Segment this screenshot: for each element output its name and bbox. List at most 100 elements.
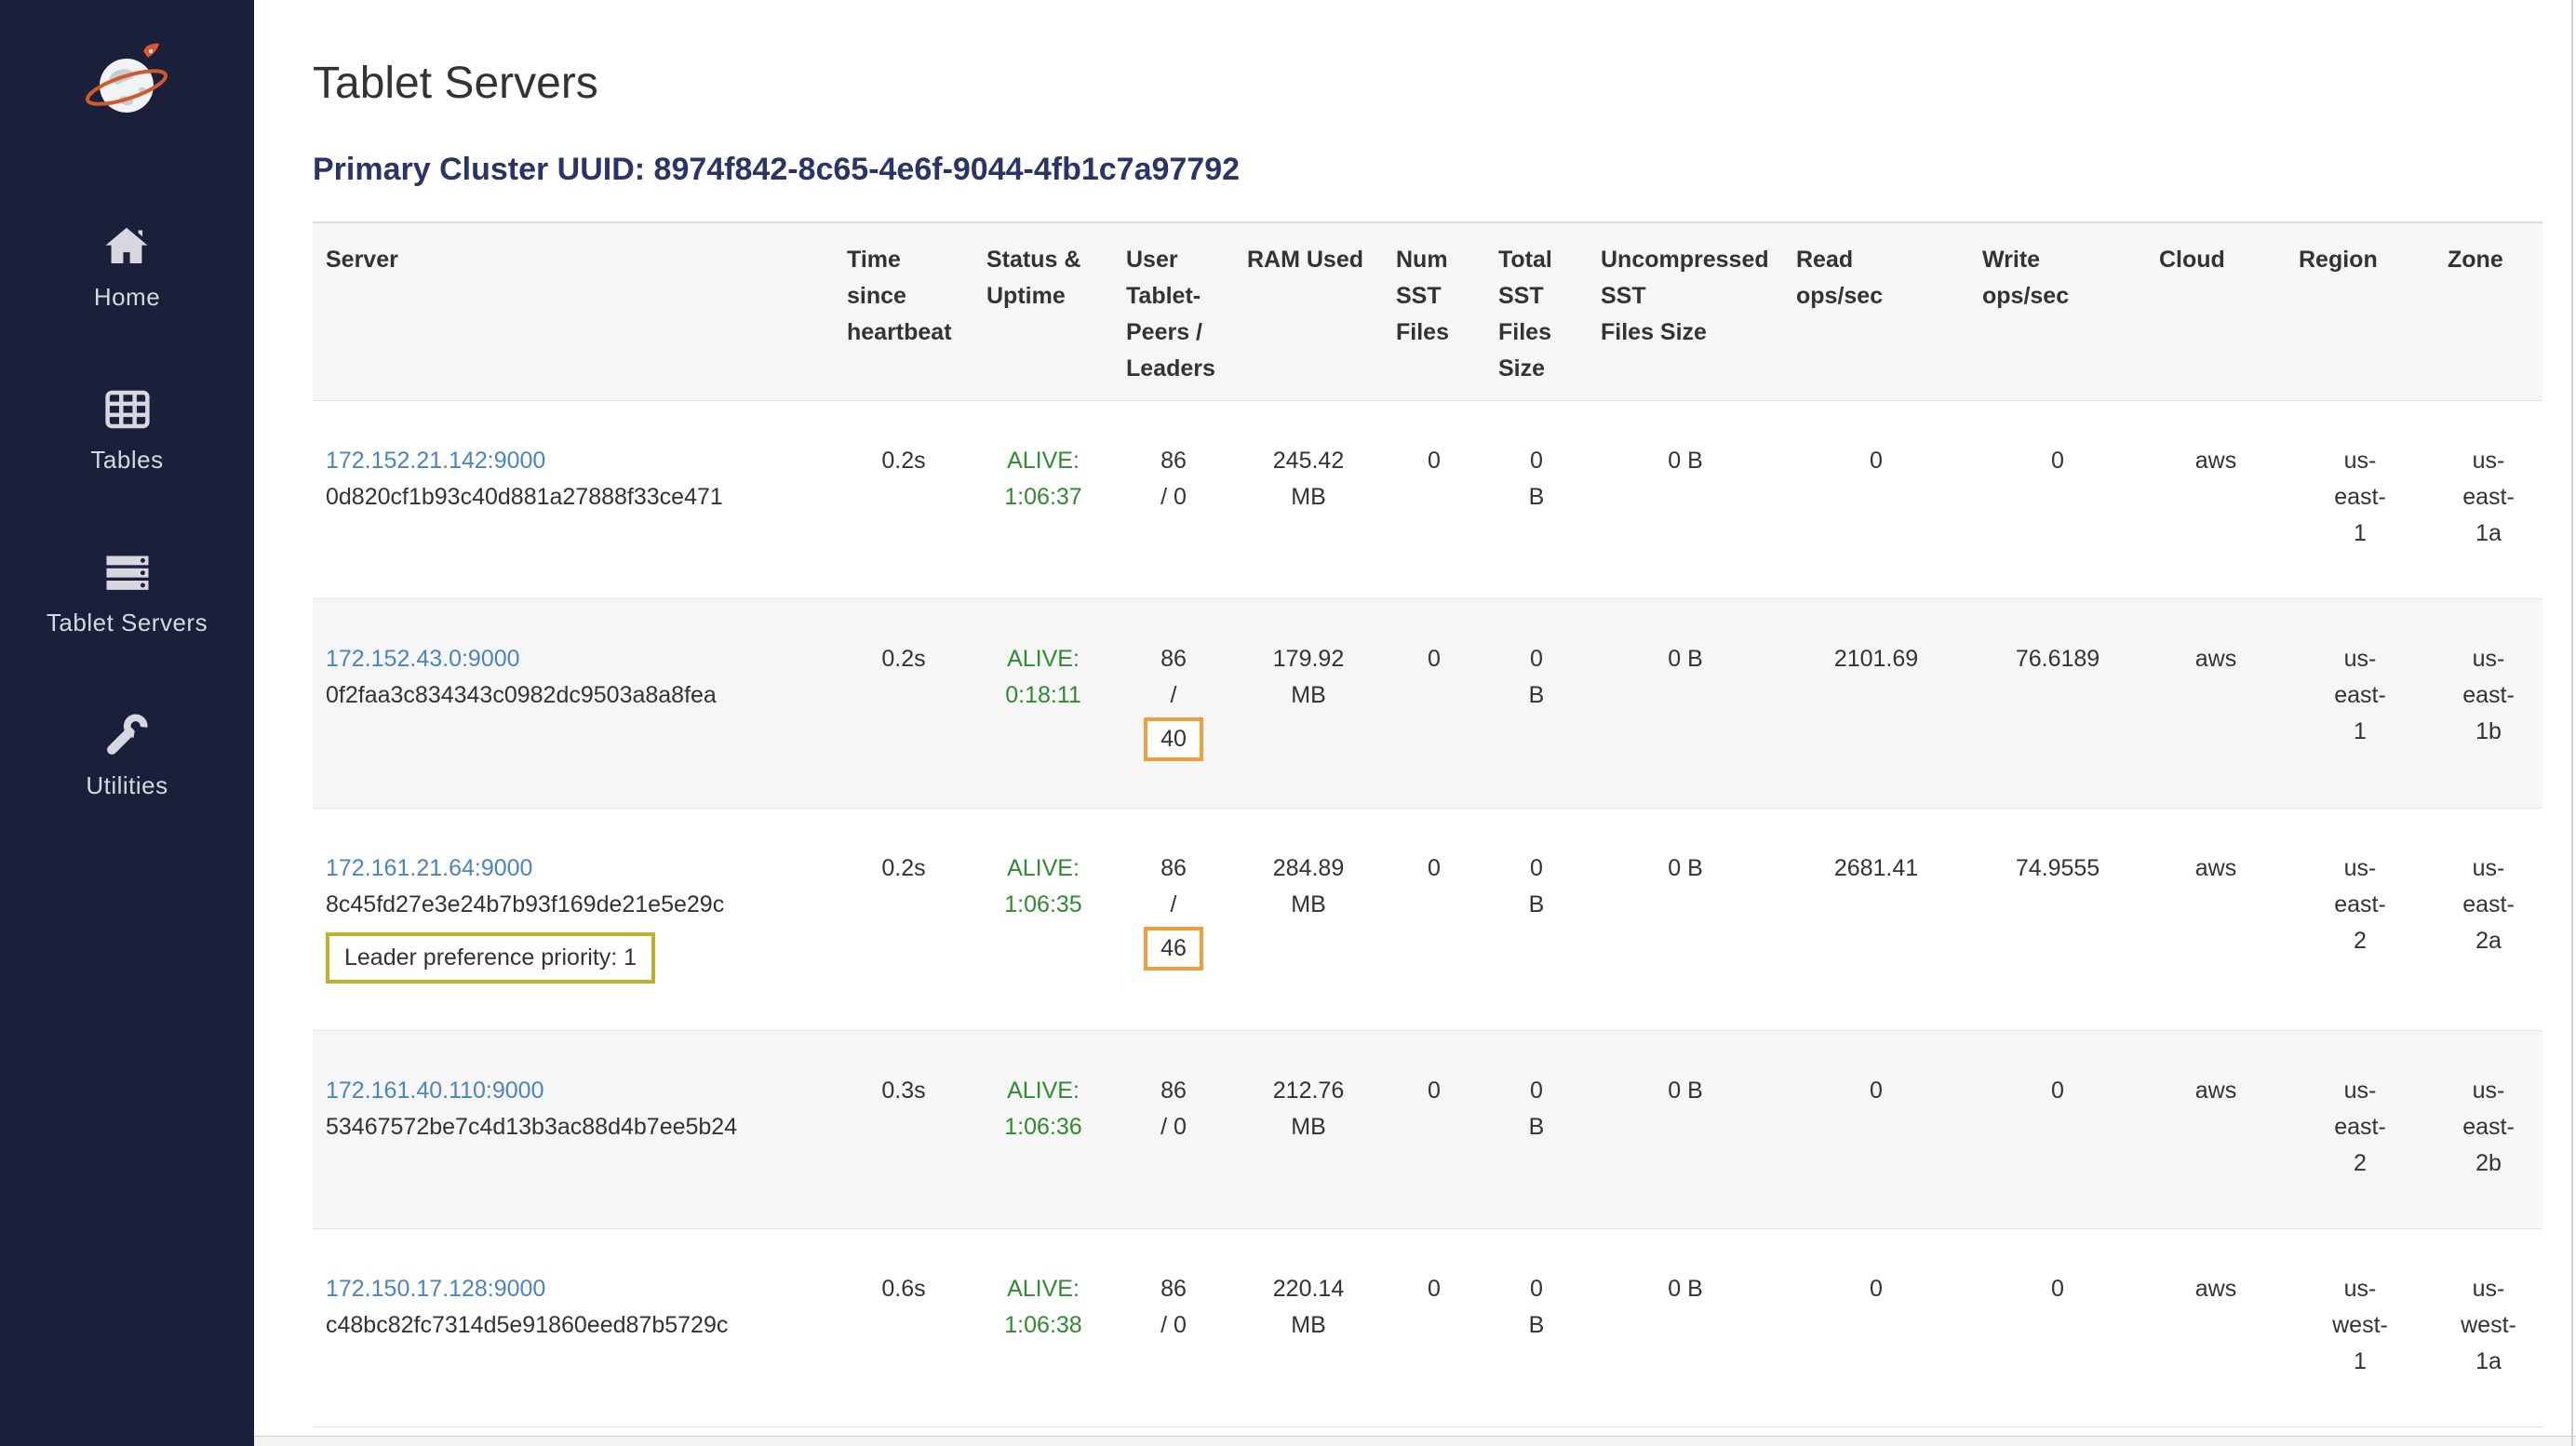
- cell-uncompressed-sst-files-size: 0 B: [1588, 1229, 1783, 1427]
- cell-time-since-heartbeat: 0.2s: [834, 809, 973, 1031]
- cell-zone: us-east-1b: [2435, 599, 2542, 809]
- cell-write-ops: 0: [1969, 1229, 2146, 1427]
- sidebar-item-tablet-servers[interactable]: Tablet Servers: [47, 547, 208, 637]
- cell-num-sst-files: 0: [1383, 401, 1485, 599]
- column-header-total-sst-size: TotalSSTFilesSize: [1485, 222, 1588, 401]
- cell-server: 172.150.17.128:9000 c48bc82fc7314d5e91860…: [313, 1229, 834, 1427]
- cell-uncompressed-sst-files-size: 0 B: [1588, 599, 1783, 809]
- cell-region: us-east-2: [2286, 1031, 2435, 1229]
- cell-total-sst-files-size: 0B: [1485, 401, 1588, 599]
- cell-ram-used: 284.89MB: [1234, 809, 1383, 1031]
- sidebar-item-label: Utilities: [86, 771, 168, 800]
- cell-ram-used: 245.42MB: [1234, 401, 1383, 599]
- server-uuid: 0d820cf1b93c40d881a27888f33ce471: [326, 479, 821, 515]
- leaders-highlight-badge: 46: [1144, 927, 1203, 971]
- cell-total-sst-files-size: 0B: [1485, 1229, 1588, 1427]
- cell-uncompressed-sst-files-size: 0 B: [1588, 809, 1783, 1031]
- tables-icon: [102, 384, 153, 435]
- cell-time-since-heartbeat: 0.3s: [834, 1031, 973, 1229]
- column-header-status: Status &Uptime: [973, 222, 1113, 401]
- cell-tablet-peers-leaders: 86/ 0: [1113, 1031, 1234, 1229]
- sidebar: Home Tables Tablet Servers Utilities: [0, 0, 254, 1446]
- cell-read-ops: 0: [1783, 1031, 1969, 1229]
- column-header-zone: Zone: [2435, 222, 2542, 401]
- server-address-link[interactable]: 172.161.21.64:9000: [326, 855, 532, 881]
- column-header-num-sst-files: NumSSTFiles: [1383, 222, 1485, 401]
- column-header-read-ops: Readops/sec: [1783, 222, 1969, 401]
- sidebar-item-label: Tables: [90, 446, 163, 475]
- cell-zone: us-east-1a: [2435, 401, 2542, 599]
- yugabyte-logo[interactable]: [83, 39, 172, 128]
- cell-tablet-peers-leaders: 86/ 0: [1113, 401, 1234, 599]
- cell-time-since-heartbeat: 0.2s: [834, 401, 973, 599]
- cell-ram-used: 179.92MB: [1234, 599, 1383, 809]
- cell-status-uptime: ALIVE:1:06:38: [973, 1229, 1113, 1427]
- server-address-link[interactable]: 172.161.40.110:9000: [326, 1078, 544, 1104]
- cell-cloud: aws: [2146, 1229, 2286, 1427]
- cell-zone: us-east-2b: [2435, 1031, 2542, 1229]
- cell-read-ops: 2681.41: [1783, 809, 1969, 1031]
- column-header-heartbeat: Timesinceheartbeat: [834, 222, 973, 401]
- server-uuid: c48bc82fc7314d5e91860eed87b5729c: [326, 1307, 821, 1344]
- tablet-server-row: 172.161.40.110:900053467572be7c4d13b3ac8…: [313, 1031, 2542, 1229]
- column-header-server: Server: [313, 222, 834, 401]
- cell-ram-used: 220.14MB: [1234, 1229, 1383, 1427]
- tablet-servers-table: ServerTimesinceheartbeatStatus &UptimeUs…: [313, 221, 2542, 1427]
- horizontal-scrollbar[interactable]: [254, 1436, 2576, 1446]
- server-address-link[interactable]: 172.150.17.128:9000: [326, 1276, 545, 1302]
- cell-ram-used: 212.76MB: [1234, 1031, 1383, 1229]
- tablet-server-row: 172.152.43.0:9000 0f2faa3c834343c0982dc95…: [313, 599, 2542, 809]
- cell-status-uptime: ALIVE:1:06:35: [973, 809, 1113, 1031]
- cell-total-sst-files-size: 0B: [1485, 809, 1588, 1031]
- sidebar-item-tables[interactable]: Tables: [90, 384, 163, 475]
- server-address-link[interactable]: 172.152.43.0:9000: [326, 646, 520, 672]
- app-window: Home Tables Tablet Servers Utilities: [0, 0, 2576, 1446]
- cell-num-sst-files: 0: [1383, 1229, 1485, 1427]
- cell-uncompressed-sst-files-size: 0 B: [1588, 1031, 1783, 1229]
- tablet-server-row: 172.152.21.142:9000 0d820cf1b93c40d881a27…: [313, 401, 2542, 599]
- sidebar-item-home[interactable]: Home: [94, 221, 160, 312]
- planet-rocket-icon: [83, 39, 172, 128]
- cell-zone: us-east-2a: [2435, 809, 2542, 1031]
- main-content: Tablet Servers Primary Cluster UUID: 897…: [254, 0, 2576, 1446]
- server-uuid: 0f2faa3c834343c0982dc9503a8a8fea: [326, 677, 821, 714]
- cell-cloud: aws: [2146, 809, 2286, 1031]
- utilities-icon: [101, 710, 152, 760]
- cell-zone: us-west-1a: [2435, 1229, 2542, 1427]
- window-right-edge: [2571, 0, 2573, 1446]
- cell-write-ops: 74.9555: [1969, 809, 2146, 1031]
- cell-status-uptime: ALIVE:1:06:36: [973, 1031, 1113, 1229]
- cell-tablet-peers-leaders: 86/ 0: [1113, 1229, 1234, 1427]
- column-header-region: Region: [2286, 222, 2435, 401]
- column-header-cloud: Cloud: [2146, 222, 2286, 401]
- cell-total-sst-files-size: 0B: [1485, 599, 1588, 809]
- cell-read-ops: 0: [1783, 401, 1969, 599]
- column-header-write-ops: Writeops/sec: [1969, 222, 2146, 401]
- cell-time-since-heartbeat: 0.6s: [834, 1229, 973, 1427]
- table-header-row: ServerTimesinceheartbeatStatus &UptimeUs…: [313, 222, 2542, 401]
- cell-region: us-east-1: [2286, 401, 2435, 599]
- cell-cloud: aws: [2146, 599, 2286, 809]
- cell-cloud: aws: [2146, 401, 2286, 599]
- cell-server: 172.152.21.142:9000 0d820cf1b93c40d881a27…: [313, 401, 834, 599]
- sidebar-item-label: Tablet Servers: [47, 609, 208, 637]
- cell-num-sst-files: 0: [1383, 1031, 1485, 1229]
- leaders-highlight-badge: 40: [1144, 717, 1203, 761]
- server-uuid: 8c45fd27e3e24b7b93f169de21e5e29c: [326, 887, 821, 923]
- cell-uncompressed-sst-files-size: 0 B: [1588, 401, 1783, 599]
- sidebar-item-label: Home: [94, 283, 160, 312]
- tablet-server-row: 172.161.21.64:9000 8c45fd27e3e24b7b93f169…: [313, 809, 2542, 1031]
- cell-cloud: aws: [2146, 1031, 2286, 1229]
- cell-tablet-peers-leaders: 86/40: [1113, 599, 1234, 809]
- server-address-link[interactable]: 172.152.21.142:9000: [326, 448, 545, 474]
- sidebar-item-utilities[interactable]: Utilities: [86, 710, 168, 800]
- cell-server: 172.161.40.110:900053467572be7c4d13b3ac8…: [313, 1031, 834, 1229]
- leader-preference-badge: Leader preference priority: 1: [326, 932, 655, 984]
- tablet-server-row: 172.150.17.128:9000 c48bc82fc7314d5e91860…: [313, 1229, 2542, 1427]
- cell-read-ops: 0: [1783, 1229, 1969, 1427]
- cell-time-since-heartbeat: 0.2s: [834, 599, 973, 809]
- cell-server: 172.161.21.64:9000 8c45fd27e3e24b7b93f169…: [313, 809, 834, 1031]
- cell-write-ops: 76.6189: [1969, 599, 2146, 809]
- cell-write-ops: 0: [1969, 1031, 2146, 1229]
- tablet-servers-icon: [102, 547, 153, 597]
